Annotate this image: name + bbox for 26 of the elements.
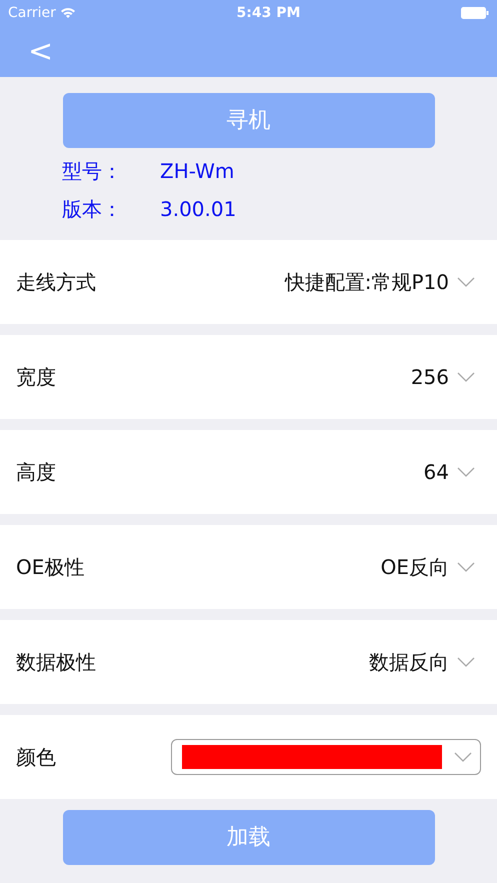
- dropdown-select[interactable]: 快捷配置:常规P10: [284, 267, 475, 297]
- dropdown-select[interactable]: 256: [410, 362, 475, 392]
- carrier-label: Carrier: [8, 4, 56, 22]
- battery-icon: [461, 7, 489, 19]
- info-label: 型号：: [62, 158, 123, 185]
- chevron-down-icon: [457, 372, 475, 382]
- info-value: ZH-Wm: [160, 159, 234, 183]
- setting-label: 高度: [16, 459, 56, 486]
- setting-label: 走线方式: [16, 269, 96, 296]
- dropdown-select[interactable]: 数据反向: [369, 647, 475, 677]
- chevron-down-icon: [457, 277, 475, 287]
- setting-label: 数据极性: [16, 649, 96, 676]
- chevron-down-icon: [457, 562, 475, 572]
- setting-label: OE极性: [16, 554, 84, 581]
- chevron-down-icon: [457, 657, 475, 667]
- info-label: 版本：: [62, 196, 123, 223]
- dropdown-select[interactable]: 64: [424, 457, 475, 487]
- color-select[interactable]: [171, 739, 481, 775]
- info-value: 3.00.01: [160, 197, 236, 221]
- chevron-down-icon: [454, 752, 472, 762]
- dropdown-select[interactable]: OE反向: [380, 552, 475, 582]
- setting-label: 颜色: [16, 744, 56, 771]
- chevron-down-icon: [457, 467, 475, 477]
- status-time: 5:43 PM: [236, 4, 300, 22]
- setting-label: 宽度: [16, 364, 56, 391]
- wifi-icon: [60, 7, 76, 19]
